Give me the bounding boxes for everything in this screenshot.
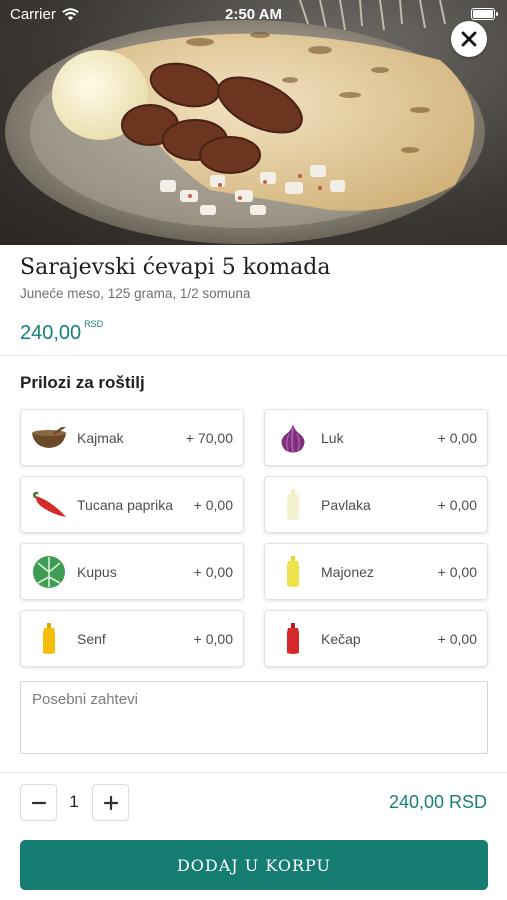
option-majonez[interactable]: Majonez + 0,00 bbox=[264, 543, 488, 600]
option-name: Senf bbox=[77, 630, 106, 647]
price-amount: 240,00 bbox=[20, 322, 82, 344]
option-name: Kajmak bbox=[77, 429, 124, 446]
option-price: + 0,00 bbox=[193, 496, 233, 513]
option-tucana-paprika[interactable]: Tucana paprika + 0,00 bbox=[20, 476, 244, 533]
chili-pepper-icon bbox=[31, 487, 67, 523]
increase-quantity-button[interactable] bbox=[92, 784, 129, 821]
bowl-icon bbox=[31, 420, 67, 456]
option-name: Pavlaka bbox=[321, 496, 371, 513]
status-bar: Carrier 2:50 AM bbox=[0, 0, 507, 28]
ketchup-bottle-icon bbox=[275, 621, 311, 657]
product-description: Juneće meso, 125 grama, 1/2 somuna bbox=[20, 286, 251, 301]
cabbage-icon bbox=[31, 554, 67, 590]
plus-icon bbox=[103, 795, 118, 810]
option-senf[interactable]: Senf + 0,00 bbox=[20, 610, 244, 667]
close-icon bbox=[461, 31, 477, 47]
option-name: Kečap bbox=[321, 630, 361, 647]
option-kecap[interactable]: Kečap + 0,00 bbox=[264, 610, 488, 667]
close-button[interactable] bbox=[451, 21, 487, 57]
option-price: + 0,00 bbox=[437, 496, 477, 513]
option-name: Tucana paprika bbox=[77, 496, 173, 513]
side-options-grid: Kajmak + 70,00 Luk + 0,00 Tucana paprika… bbox=[20, 409, 488, 667]
product-price: 240,00 RSD bbox=[20, 319, 104, 345]
option-price: + 0,00 bbox=[437, 630, 477, 647]
battery-icon bbox=[471, 8, 498, 20]
special-requests-input[interactable] bbox=[20, 681, 488, 754]
divider bbox=[0, 355, 507, 356]
cream-bottle-icon bbox=[275, 487, 311, 523]
decrease-quantity-button[interactable] bbox=[20, 784, 57, 821]
product-photo bbox=[0, 0, 507, 245]
option-name: Kupus bbox=[77, 563, 117, 580]
option-name: Majonez bbox=[321, 563, 374, 580]
clock: 2:50 AM bbox=[225, 6, 282, 23]
option-kupus[interactable]: Kupus + 0,00 bbox=[20, 543, 244, 600]
option-kajmak[interactable]: Kajmak + 70,00 bbox=[20, 409, 244, 466]
option-price: + 0,00 bbox=[437, 429, 477, 446]
option-price: + 0,00 bbox=[193, 563, 233, 580]
option-price: + 0,00 bbox=[193, 630, 233, 647]
onion-icon bbox=[275, 420, 311, 456]
option-pavlaka[interactable]: Pavlaka + 0,00 bbox=[264, 476, 488, 533]
quantity-value: 1 bbox=[69, 792, 79, 811]
price-currency: RSD bbox=[84, 319, 104, 329]
option-luk[interactable]: Luk + 0,00 bbox=[264, 409, 488, 466]
mustard-bottle-icon bbox=[31, 621, 67, 657]
option-price: + 70,00 bbox=[185, 429, 233, 446]
option-price: + 0,00 bbox=[437, 563, 477, 580]
option-name: Luk bbox=[321, 429, 344, 446]
product-name: Sarajevski ćevapi 5 komada bbox=[20, 255, 331, 280]
section-title: Prilozi za roštilj bbox=[20, 373, 145, 392]
add-to-cart-button[interactable]: DODAJ U KORPU bbox=[20, 840, 488, 890]
minus-icon bbox=[31, 801, 46, 804]
mayonnaise-bottle-icon bbox=[275, 554, 311, 590]
divider bbox=[0, 772, 507, 773]
total-price: 240,00 RSD bbox=[388, 792, 487, 812]
